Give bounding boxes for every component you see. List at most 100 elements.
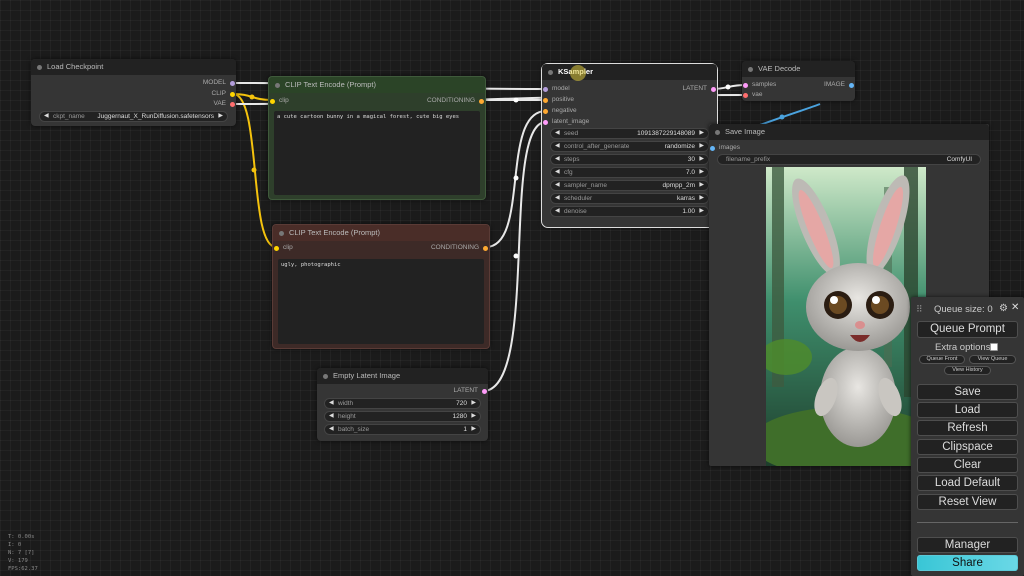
port-dot-icon[interactable] bbox=[482, 388, 487, 394]
output-clip[interactable]: CLIP bbox=[212, 89, 236, 99]
arrow-right-icon[interactable]: ▶ bbox=[218, 112, 223, 121]
arrow-right-icon[interactable]: ▶ bbox=[699, 142, 704, 151]
arrow-right-icon[interactable]: ▶ bbox=[471, 425, 476, 434]
input-clip[interactable]: clip bbox=[273, 243, 293, 253]
output-image[interactable]: IMAGE bbox=[824, 80, 855, 90]
collapse-dot-icon[interactable] bbox=[37, 64, 42, 70]
scheduler-widget[interactable]: ◀ scheduler karras ▶ bbox=[550, 193, 709, 204]
output-conditioning[interactable]: CONDITIONING bbox=[431, 243, 489, 253]
view-history-button[interactable]: View History bbox=[944, 366, 991, 375]
seed-widget[interactable]: ◀ seed 1091387229148089 ▶ bbox=[550, 128, 709, 139]
arrow-left-icon[interactable]: ◀ bbox=[555, 142, 560, 151]
output-model[interactable]: MODEL bbox=[203, 78, 236, 88]
close-icon[interactable]: ✕ bbox=[1011, 302, 1019, 313]
port-dot-icon[interactable] bbox=[230, 91, 235, 97]
arrow-left-icon[interactable]: ◀ bbox=[329, 412, 334, 421]
collapse-dot-icon[interactable] bbox=[548, 69, 553, 75]
generated-image-preview[interactable] bbox=[766, 167, 926, 466]
arrow-right-icon[interactable]: ▶ bbox=[471, 399, 476, 408]
arrow-left-icon[interactable]: ◀ bbox=[44, 112, 49, 121]
cfg-widget[interactable]: ◀ cfg 7.0 ▶ bbox=[550, 167, 709, 178]
batch-size-widget[interactable]: ◀ batch_size 1 ▶ bbox=[324, 424, 481, 435]
reset-view-button[interactable]: Reset View bbox=[917, 494, 1018, 510]
output-vae[interactable]: VAE bbox=[213, 99, 236, 109]
output-latent[interactable]: LATENT bbox=[683, 84, 717, 94]
node-title-bar[interactable]: VAE Decode bbox=[742, 61, 855, 77]
denoise-widget[interactable]: ◀ denoise 1.00 ▶ bbox=[550, 206, 709, 217]
port-dot-icon[interactable] bbox=[743, 92, 748, 98]
node-title-bar[interactable]: Empty Latent Image bbox=[317, 368, 488, 384]
extra-options-checkbox[interactable] bbox=[990, 343, 998, 351]
input-positive[interactable]: positive bbox=[542, 95, 574, 105]
clip-text-encode-negative-node[interactable]: CLIP Text Encode (Prompt) clip CONDITION… bbox=[272, 224, 490, 349]
arrow-left-icon[interactable]: ◀ bbox=[555, 129, 560, 138]
arrow-left-icon[interactable]: ◀ bbox=[329, 425, 334, 434]
arrow-right-icon[interactable]: ▶ bbox=[699, 181, 704, 190]
load-checkpoint-node[interactable]: Load Checkpoint MODEL CLIP VAE ◀ ckpt_na… bbox=[31, 59, 236, 126]
save-button[interactable]: Save bbox=[917, 384, 1018, 400]
node-title-bar[interactable]: CLIP Text Encode (Prompt) bbox=[269, 77, 485, 93]
vae-decode-node[interactable]: VAE Decode samples vae IMAGE bbox=[742, 61, 855, 101]
port-dot-icon[interactable] bbox=[479, 98, 484, 104]
control-after-generate-widget[interactable]: ◀ control_after_generate randomize ▶ bbox=[550, 141, 709, 152]
gear-icon[interactable]: ⚙ bbox=[999, 303, 1008, 314]
collapse-dot-icon[interactable] bbox=[275, 82, 280, 88]
output-latent[interactable]: LATENT bbox=[454, 386, 488, 396]
node-title-bar[interactable]: KSampler bbox=[542, 64, 717, 80]
node-title-bar[interactable]: Load Checkpoint bbox=[31, 59, 236, 75]
input-clip[interactable]: clip bbox=[269, 96, 289, 106]
manager-button[interactable]: Manager bbox=[917, 537, 1018, 553]
input-latent-image[interactable]: latent_image bbox=[542, 117, 589, 127]
input-samples[interactable]: samples bbox=[742, 80, 776, 90]
input-images[interactable]: images bbox=[709, 143, 740, 153]
clear-button[interactable]: Clear bbox=[917, 457, 1018, 473]
port-dot-icon[interactable] bbox=[711, 86, 716, 92]
node-title-bar[interactable]: CLIP Text Encode (Prompt) bbox=[273, 225, 489, 241]
port-dot-icon[interactable] bbox=[483, 245, 488, 251]
arrow-right-icon[interactable]: ▶ bbox=[699, 168, 704, 177]
prompt-text-area[interactable]: a cute cartoon bunny in a magical forest… bbox=[274, 111, 480, 195]
arrow-left-icon[interactable]: ◀ bbox=[555, 168, 560, 177]
arrow-right-icon[interactable]: ▶ bbox=[699, 207, 704, 216]
output-conditioning[interactable]: CONDITIONING bbox=[427, 96, 485, 106]
steps-widget[interactable]: ◀ steps 30 ▶ bbox=[550, 154, 709, 165]
collapse-dot-icon[interactable] bbox=[715, 129, 720, 135]
height-widget[interactable]: ◀ height 1280 ▶ bbox=[324, 411, 481, 422]
input-negative[interactable]: negative bbox=[542, 106, 577, 116]
share-button[interactable]: Share bbox=[917, 555, 1018, 571]
arrow-left-icon[interactable]: ◀ bbox=[555, 155, 560, 164]
drag-handle-icon[interactable]: ⠿ bbox=[916, 304, 923, 315]
port-dot-icon[interactable] bbox=[743, 82, 748, 88]
port-dot-icon[interactable] bbox=[270, 98, 275, 104]
port-dot-icon[interactable] bbox=[230, 101, 235, 107]
port-dot-icon[interactable] bbox=[543, 108, 548, 114]
arrow-right-icon[interactable]: ▶ bbox=[699, 194, 704, 203]
port-dot-icon[interactable] bbox=[849, 82, 854, 88]
input-vae[interactable]: vae bbox=[742, 90, 762, 100]
queue-prompt-button[interactable]: Queue Prompt bbox=[917, 321, 1018, 338]
arrow-left-icon[interactable]: ◀ bbox=[329, 399, 334, 408]
arrow-right-icon[interactable]: ▶ bbox=[471, 412, 476, 421]
collapse-dot-icon[interactable] bbox=[323, 373, 328, 379]
load-button[interactable]: Load bbox=[917, 402, 1018, 418]
arrow-left-icon[interactable]: ◀ bbox=[555, 207, 560, 216]
clipspace-button[interactable]: Clipspace bbox=[917, 439, 1018, 455]
ckpt-name-widget[interactable]: ◀ ckpt_name Juggernaut_X_RunDiffusion.sa… bbox=[39, 111, 228, 122]
port-dot-icon[interactable] bbox=[230, 80, 235, 86]
port-dot-icon[interactable] bbox=[543, 97, 548, 103]
filename-prefix-widget[interactable]: filename_prefix ComfyUI bbox=[717, 154, 981, 165]
arrow-left-icon[interactable]: ◀ bbox=[555, 194, 560, 203]
clip-text-encode-positive-node[interactable]: CLIP Text Encode (Prompt) clip CONDITION… bbox=[268, 76, 486, 200]
arrow-left-icon[interactable]: ◀ bbox=[555, 181, 560, 190]
width-widget[interactable]: ◀ width 720 ▶ bbox=[324, 398, 481, 409]
port-dot-icon[interactable] bbox=[543, 119, 548, 125]
port-dot-icon[interactable] bbox=[274, 245, 279, 251]
node-title-bar[interactable]: Save Image bbox=[709, 124, 989, 140]
port-dot-icon[interactable] bbox=[710, 145, 715, 151]
port-dot-icon[interactable] bbox=[543, 86, 548, 92]
collapse-dot-icon[interactable] bbox=[748, 66, 753, 72]
arrow-right-icon[interactable]: ▶ bbox=[699, 129, 704, 138]
load-default-button[interactable]: Load Default bbox=[917, 475, 1018, 491]
refresh-button[interactable]: Refresh bbox=[917, 420, 1018, 436]
input-model[interactable]: model bbox=[542, 84, 570, 94]
